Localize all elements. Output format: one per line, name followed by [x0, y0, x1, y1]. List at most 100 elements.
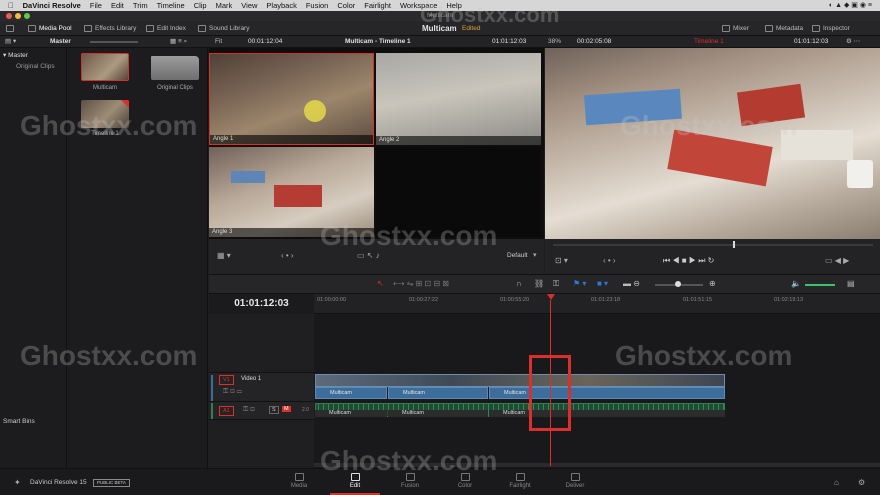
multicam-layout-icon[interactable]: ▦ ▾ — [217, 251, 231, 260]
fit-dropdown[interactable]: Fit — [215, 36, 222, 48]
video-track-header[interactable]: V1 Video 1 ⚿ ⊡ ▭ — [209, 372, 314, 402]
mute-button[interactable]: M — [282, 406, 291, 412]
viewer-options-icon[interactable]: ⚙ ⋯ — [846, 36, 860, 48]
multicam-clip-label: Multicam — [92, 85, 117, 91]
metadata-button[interactable]: Metadata — [765, 21, 803, 36]
bin-original-clips[interactable]: Original Clips — [16, 63, 55, 70]
menu-color[interactable]: Color — [337, 1, 355, 10]
a1-track-id[interactable]: A1 — [219, 406, 234, 416]
viewer-layout-icon[interactable]: ⊡ ▾ — [555, 256, 568, 265]
page-fairlight[interactable]: Fairlight — [500, 473, 540, 489]
angle-2-tile[interactable]: Angle 2 — [376, 53, 541, 145]
effects-library-button[interactable]: Effects Library — [84, 21, 136, 36]
page-deliver[interactable]: Deliver — [555, 473, 595, 489]
link-icon[interactable]: ⛓ — [534, 279, 544, 288]
apple-menu[interactable]:  — [8, 1, 14, 10]
menu-timeline[interactable]: Timeline — [157, 1, 185, 10]
video-clip-thumbnails[interactable] — [315, 374, 725, 387]
marker-icon[interactable]: ■ ▾ — [597, 279, 608, 288]
watermark: Ghostxx.com — [420, 2, 560, 27]
viewer-nav[interactable]: ‹ • › — [603, 256, 616, 265]
ruler-label: 01:01:23:18 — [591, 297, 621, 303]
page-color-label: Color — [457, 483, 473, 489]
page-fusion-label: Fusion — [400, 483, 419, 489]
multicam-clip-thumbnail[interactable] — [81, 53, 129, 81]
menu-view[interactable]: View — [241, 1, 257, 10]
v1-track-id[interactable]: V1 — [219, 375, 234, 385]
selection-tool-icon[interactable]: ↖ — [377, 279, 384, 288]
menu-fairlight[interactable]: Fairlight — [364, 1, 391, 10]
meter-icon[interactable]: ▤ — [847, 279, 855, 288]
watermark: Ghostxx.com — [20, 110, 198, 141]
chevron-down-icon[interactable]: ▾ — [533, 251, 537, 259]
solo-button[interactable]: S — [269, 406, 279, 414]
menu-mark[interactable]: Mark — [216, 1, 233, 10]
close-window-button[interactable] — [6, 13, 12, 19]
angle-nav[interactable]: ‹ • › — [281, 251, 294, 260]
watermark: Ghostxx.com — [320, 220, 498, 251]
panel-toggle-icon[interactable] — [6, 21, 14, 36]
menu-edit[interactable]: Edit — [111, 1, 124, 10]
zoom-slider-knob[interactable] — [675, 281, 681, 287]
page-media-label: Media — [290, 483, 308, 489]
audio-track-header[interactable]: A1 ⚿ ⊡ S M 2.0 — [209, 402, 314, 420]
viewer-mode-icons[interactable]: ▭ ↖ ♪ — [357, 251, 380, 260]
pool-view-icons[interactable]: ▦ ≡ ⌕ — [170, 36, 187, 48]
viewer-right-icons[interactable]: ▭ ◀ ▶ — [825, 256, 849, 265]
menu-clip[interactable]: Clip — [194, 1, 207, 10]
video-track-controls[interactable]: ⚿ ⊡ ▭ — [223, 388, 242, 396]
folder-icon[interactable] — [151, 56, 199, 80]
menu-davinci-resolve[interactable]: DaVinci Resolve — [23, 1, 81, 10]
inspector-button[interactable]: Inspector — [812, 21, 850, 36]
edit-index-button[interactable]: Edit Index — [146, 21, 186, 36]
settings-gear-icon[interactable]: ⚙ — [858, 478, 865, 487]
zoom-level[interactable]: 38% — [548, 36, 561, 48]
bin-path: Master — [50, 38, 71, 45]
speaker-icon[interactable]: 🔈 — [791, 279, 801, 288]
video-clip-1[interactable]: Multicam — [315, 387, 387, 399]
menu-playback[interactable]: Playback — [266, 1, 296, 10]
video-clip-3[interactable]: Multicam — [489, 387, 725, 399]
scrubber-playhead[interactable] — [733, 241, 735, 248]
zoom-window-button[interactable] — [24, 13, 30, 19]
sound-library-button[interactable]: Sound Library — [198, 21, 249, 36]
list-view-icon[interactable]: ▤ ▾ — [5, 36, 16, 48]
lock-icon[interactable]: ⚿ — [553, 279, 559, 289]
track-headers: V1 Video 1 ⚿ ⊡ ▭ A1 ⚿ ⊡ S M 2.0 — [209, 314, 314, 468]
mixer-icon — [722, 25, 730, 32]
thumbnail-size-slider[interactable] — [90, 41, 138, 43]
audio-clip-2[interactable]: Multicam — [388, 410, 488, 417]
page-fusion[interactable]: Fusion — [390, 473, 430, 489]
scrubber-bar[interactable] — [553, 244, 873, 246]
home-icon[interactable]: ⌂ — [834, 478, 839, 487]
timeline-ruler[interactable]: 01:00:00:00 01:00:27:22 01:00:55:20 01:0… — [314, 294, 880, 314]
status-icons: ◐ ▲ ◆ ▣ ◉ ≡ — [828, 2, 872, 9]
sound-library-icon — [198, 25, 206, 32]
angle-1-tile[interactable]: Angle 1 — [209, 53, 374, 145]
playhead-marker[interactable] — [547, 294, 555, 300]
snapping-magnet-icon[interactable]: ∩ — [516, 279, 522, 288]
flag-icon[interactable]: ⚑ ▾ — [573, 279, 586, 288]
audio-clip-1[interactable]: Multicam — [315, 410, 387, 417]
page-media[interactable]: Media — [279, 473, 319, 489]
audio-clip-3[interactable]: Multicam — [489, 410, 725, 417]
menu-fusion[interactable]: Fusion — [306, 1, 329, 10]
multicam-view-mode[interactable]: Default — [507, 252, 528, 259]
timeline-selector[interactable]: Timeline 1 — [694, 36, 724, 48]
page-edit[interactable]: Edit — [335, 473, 375, 489]
video-clip-2[interactable]: Multicam — [388, 387, 488, 399]
mixer-button[interactable]: Mixer — [722, 21, 749, 36]
play-controls[interactable]: ⏮ ◀ ■ ▶ ⏭ ↻ — [663, 256, 714, 266]
bin-master[interactable]: ▾ Master — [3, 51, 28, 59]
menu-trim[interactable]: Trim — [133, 1, 148, 10]
watermark: Ghostxx.com — [20, 340, 198, 371]
zoom-out-icon[interactable]: ▬ ⊖ — [623, 279, 640, 288]
volume-slider[interactable] — [805, 284, 835, 286]
zoom-in-icon[interactable]: ⊕ — [709, 279, 716, 288]
media-pool-button[interactable]: Media Pool — [28, 21, 72, 36]
page-color[interactable]: Color — [445, 473, 485, 489]
menu-file[interactable]: File — [90, 1, 102, 10]
audio-lock-icons[interactable]: ⚿ ⊡ — [243, 406, 255, 414]
edit-tool-icons[interactable]: ⟷ ⇋ ⊞ ⊡ ⊟ ⊠ — [393, 279, 449, 288]
minimize-window-button[interactable] — [15, 13, 21, 19]
